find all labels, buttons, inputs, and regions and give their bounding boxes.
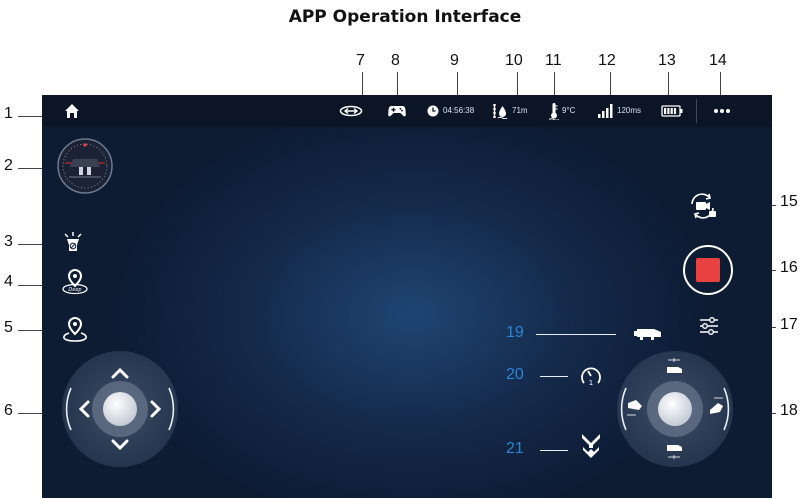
callout-10: 10 (505, 52, 523, 69)
callout-4: 4 (4, 273, 13, 290)
camera-switch-icon[interactable] (689, 193, 717, 219)
leader-19 (536, 334, 616, 335)
temperature-text: 9°C (562, 106, 576, 115)
status-bar: 04:56:38 71m 9°C 120ms (42, 95, 772, 127)
link-icon[interactable] (339, 105, 363, 117)
status-divider (696, 99, 697, 123)
callout-14: 14 (709, 52, 727, 69)
time-text: 04:56:38 (443, 106, 475, 115)
callout-19: 19 (506, 324, 524, 341)
callout-17: 17 (780, 316, 798, 333)
robot-icon[interactable] (634, 325, 664, 341)
callout-1: 1 (4, 105, 13, 122)
move-joystick[interactable] (59, 348, 181, 470)
app-screen: 04:56:38 71m 9°C 120ms Deep 19 20 21 1 (42, 95, 772, 498)
callout-3: 3 (4, 233, 13, 250)
callout-12: 12 (598, 52, 616, 69)
speed-icon[interactable]: 1 (579, 364, 603, 388)
callout-21: 21 (506, 440, 524, 457)
callout-2: 2 (4, 157, 13, 174)
page-title: APP Operation Interface (288, 7, 522, 27)
callout-16: 16 (780, 259, 798, 276)
svg-text:1: 1 (589, 379, 593, 387)
sliders-icon[interactable] (699, 316, 719, 336)
depth-icon (493, 104, 508, 119)
callout-7: 7 (356, 52, 365, 69)
more-icon[interactable] (713, 108, 731, 114)
latency-text: 120ms (617, 106, 642, 115)
record-button[interactable] (682, 244, 734, 296)
claw-icon[interactable] (580, 433, 602, 459)
leader-20 (540, 376, 568, 377)
leader-21 (540, 450, 568, 451)
callout-8: 8 (391, 52, 400, 69)
record-icon (696, 258, 720, 282)
deep-location-icon[interactable]: Deep (61, 269, 89, 295)
callout-18: 18 (780, 402, 798, 419)
callout-13: 13 (658, 52, 676, 69)
thermometer-icon (549, 103, 559, 120)
callout-5: 5 (4, 319, 13, 336)
callout-9: 9 (450, 52, 459, 69)
clock-icon (427, 105, 439, 117)
callout-11: 11 (545, 52, 562, 69)
home-icon[interactable] (64, 103, 80, 119)
arm-joystick[interactable] (614, 348, 736, 470)
callout-6: 6 (4, 402, 13, 419)
gamepad-icon[interactable] (388, 104, 406, 118)
signal-icon (598, 104, 613, 118)
light-icon[interactable] (62, 232, 84, 254)
compass-icon (57, 138, 113, 194)
callout-20: 20 (506, 366, 524, 383)
battery-icon (661, 105, 683, 117)
location-icon[interactable] (62, 317, 88, 343)
deep-label: Deep (68, 287, 81, 293)
depth-text: 71m (512, 106, 528, 115)
callout-15: 15 (780, 193, 798, 210)
